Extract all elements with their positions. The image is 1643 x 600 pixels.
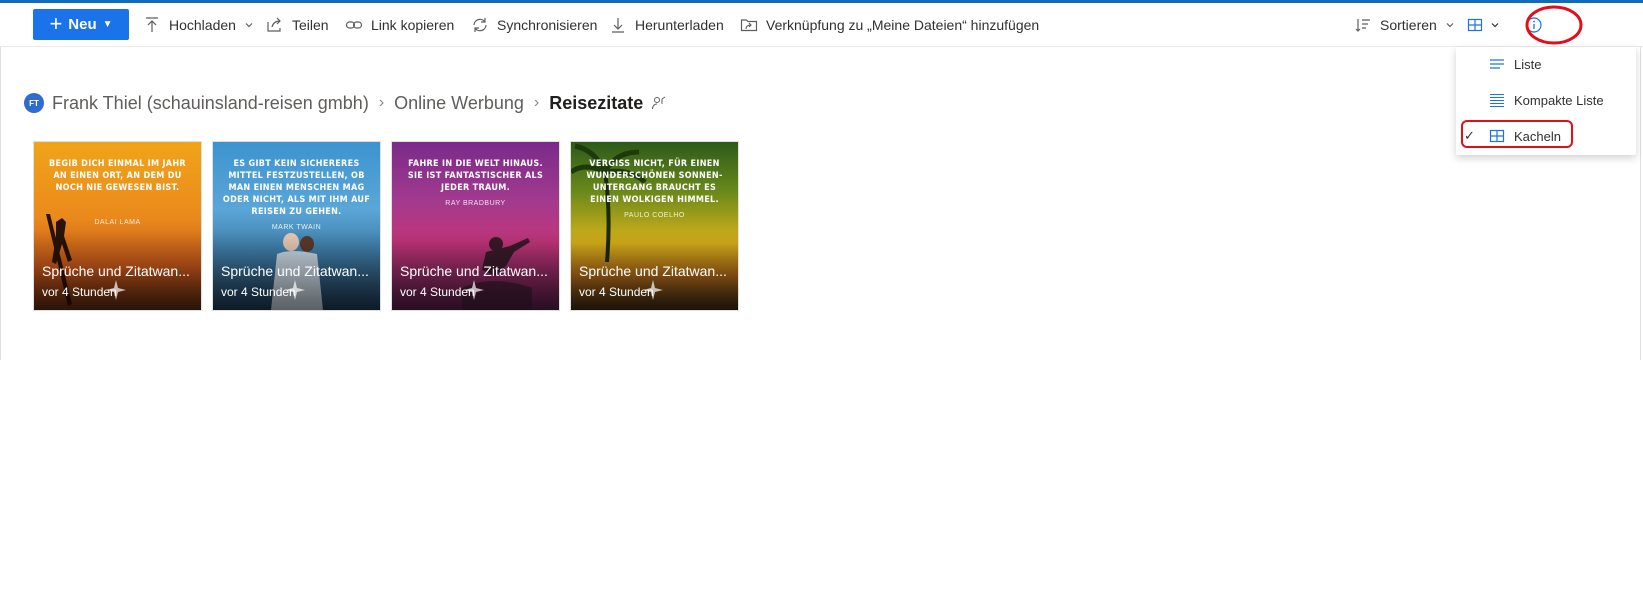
content-left-border: [0, 47, 1, 360]
compact-list-icon: [1490, 93, 1504, 108]
file-tiles: BEGIB DICH EINMAL IM JAHR AN EINEN ORT, …: [34, 142, 738, 310]
tile-author: DALAI LAMA: [94, 219, 141, 226]
file-tile[interactable]: VERGISS NICHT, FÜR EINEN WUNDERSCHÖNEN S…: [571, 142, 738, 310]
share-button[interactable]: Teilen: [266, 3, 329, 47]
tile-quote: VERGISS NICHT, FÜR EINEN WUNDERSCHÖNEN S…: [586, 159, 723, 205]
sync-button[interactable]: Synchronisieren: [471, 3, 597, 47]
breadcrumb-item-owner[interactable]: Frank Thiel (schauinsland-reisen gmbh): [52, 93, 369, 114]
content-right-border: [1640, 47, 1641, 360]
menu-item-compact-list[interactable]: Kompakte Liste: [1456, 84, 1636, 116]
highlight-circle: [1525, 5, 1583, 45]
menu-item-list[interactable]: Liste: [1456, 48, 1636, 80]
add-shortcut-label: Verknüpfung zu „Meine Dateien“ hinzufüge…: [766, 17, 1040, 33]
copy-link-label: Link kopieren: [371, 17, 455, 33]
download-icon: [612, 18, 624, 33]
upload-icon: [146, 17, 158, 32]
breadcrumb-item-current: Reisezitate: [549, 92, 644, 113]
link-icon: [345, 21, 363, 29]
sort-label: Sortieren: [1380, 17, 1437, 33]
new-button-label: Neu: [68, 16, 97, 33]
sync-label: Synchronisieren: [497, 17, 598, 33]
highlight-box: [1461, 120, 1573, 148]
tile-file-name: Sprüche und Zitatwan...: [400, 263, 548, 279]
chevron-down-icon: [1446, 23, 1454, 28]
file-tile[interactable]: BEGIB DICH EINMAL IM JAHR AN EINEN ORT, …: [34, 142, 201, 310]
chevron-down-icon: ▼: [102, 19, 113, 30]
avatar: FT: [24, 93, 44, 113]
upload-label: Hochladen: [169, 17, 236, 33]
file-tile[interactable]: ES GIBT KEIN SICHERERES MITTEL FESTZUSTE…: [213, 142, 380, 310]
list-icon: [1490, 59, 1504, 69]
breadcrumb: FT Frank Thiel (schauinsland-reisen gmbh…: [24, 91, 667, 115]
download-button[interactable]: Herunterladen: [609, 3, 724, 47]
tile-quote: ES GIBT KEIN SICHERERES MITTEL FESTZUSTE…: [222, 159, 371, 217]
menu-item-label: Liste: [1514, 56, 1542, 72]
tiles-icon: [1467, 18, 1483, 32]
share-label: Teilen: [292, 17, 329, 33]
download-label: Herunterladen: [635, 17, 724, 33]
tile-modified-time: vor 4 Stunden: [579, 285, 654, 299]
tile-file-name: Sprüche und Zitatwan...: [42, 263, 190, 279]
breadcrumb-item-folder[interactable]: Online Werbung: [394, 93, 524, 114]
tile-file-name: Sprüche und Zitatwan...: [221, 263, 369, 279]
sort-button[interactable]: Sortieren: [1354, 3, 1455, 47]
share-icon: [267, 17, 281, 32]
tile-author: PAULO COELHO: [624, 212, 685, 219]
copy-link-button[interactable]: Link kopieren: [345, 3, 454, 47]
tile-author: RAY BRADBURY: [445, 200, 506, 207]
tile-file-name: Sprüche und Zitatwan...: [579, 263, 727, 279]
shared-people-icon: [652, 96, 666, 110]
command-bar: + Neu ▼ Hochladen Teilen Link kopieren S…: [0, 3, 1643, 47]
chevron-down-icon: [245, 23, 253, 28]
new-button[interactable]: + Neu ▼: [33, 9, 129, 40]
tile-quote: BEGIB DICH EINMAL IM JAHR AN EINEN ORT, …: [49, 159, 186, 193]
view-switcher-button[interactable]: [1466, 3, 1500, 47]
tile-quote: FAHRE IN DIE WELT HINAUS. SIE IST FANTAS…: [407, 159, 544, 193]
tile-modified-time: vor 4 Stunden: [221, 285, 296, 299]
tile-modified-time: vor 4 Stunden: [42, 285, 117, 299]
sync-icon: [473, 18, 487, 32]
sort-icon: [1355, 19, 1370, 32]
menu-item-label: Kompakte Liste: [1514, 92, 1604, 108]
chevron-right-icon: ›: [533, 94, 540, 111]
chevron-right-icon: ›: [378, 94, 385, 111]
tile-modified-time: vor 4 Stunden: [400, 285, 475, 299]
upload-button[interactable]: Hochladen: [143, 3, 254, 47]
chevron-down-icon: [1491, 23, 1499, 28]
shortcut-icon: [740, 19, 758, 32]
plus-icon: +: [49, 10, 63, 36]
file-tile[interactable]: FAHRE IN DIE WELT HINAUS. SIE IST FANTAS…: [392, 142, 559, 310]
add-shortcut-button[interactable]: Verknüpfung zu „Meine Dateien“ hinzufüge…: [740, 3, 1039, 47]
